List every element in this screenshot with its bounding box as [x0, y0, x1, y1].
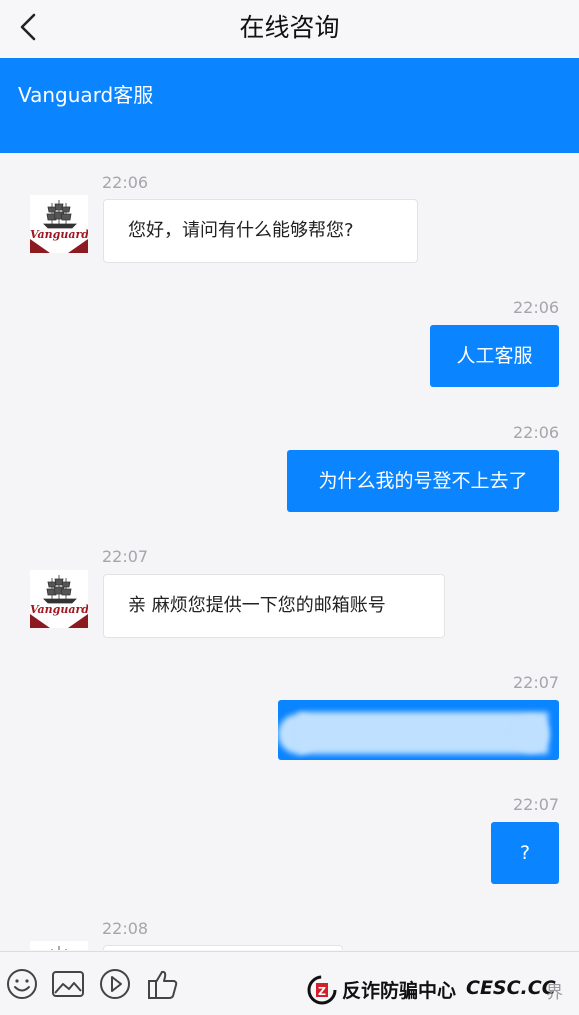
- play-icon: [100, 969, 130, 999]
- ship-logo-icon: [51, 946, 67, 950]
- emoji-button[interactable]: [4, 966, 40, 1002]
- redaction-blur: [298, 712, 548, 754]
- ship-logo-icon: [30, 200, 88, 253]
- watermark-en-text: CESC.CC: [466, 977, 556, 999]
- outgoing-message-bubble[interactable]: 为什么我的号登不上去了: [287, 450, 559, 512]
- avatar[interactable]: Vanguard: [30, 570, 88, 628]
- message-timestamp: 22:06: [513, 298, 560, 317]
- message-timestamp: 22:07: [513, 673, 560, 692]
- message-timestamp: 22:07: [102, 547, 149, 566]
- service-banner: Vanguard客服: [0, 58, 579, 153]
- redaction-blur: [513, 716, 549, 752]
- video-button[interactable]: [97, 966, 133, 1002]
- svg-text:Z: Z: [318, 985, 326, 998]
- incoming-message-bubble[interactable]: 亲 麻烦您提供一下您的邮箱账号: [103, 574, 445, 638]
- chat-area[interactable]: 22:06 Vanguard 您好，请问有什么能够帮您? 22:06 人工客服 …: [0, 153, 579, 950]
- emoji-icon: [7, 969, 37, 999]
- watermark-tail-text: 界: [546, 983, 563, 1003]
- avatar-logo-text: Vanguard: [30, 228, 88, 241]
- ship-logo-icon: [30, 575, 88, 628]
- message-timestamp: 22:08: [102, 919, 149, 938]
- avatar[interactable]: [30, 941, 88, 950]
- avatar-logo-text: Vanguard: [30, 603, 88, 616]
- image-icon: [52, 971, 84, 997]
- page-title: 在线咨询: [239, 13, 340, 42]
- navigation-bar: 在线咨询: [0, 0, 579, 59]
- like-button[interactable]: [145, 966, 181, 1002]
- message-timestamp: 22:06: [102, 173, 149, 192]
- avatar[interactable]: Vanguard: [30, 195, 88, 253]
- message-timestamp: 22:07: [513, 795, 560, 814]
- incoming-message-bubble[interactable]: 您好，请问有什么能够帮您?: [103, 199, 418, 263]
- watermark-logo-icon: Z: [307, 975, 337, 1005]
- redacted-message-bubble[interactable]: [278, 700, 559, 760]
- thumbs-up-icon: [148, 970, 178, 999]
- incoming-message-bubble[interactable]: [103, 945, 343, 950]
- service-name: Vanguard客服: [18, 83, 154, 107]
- outgoing-message-bubble[interactable]: ?: [491, 822, 559, 884]
- image-button[interactable]: [50, 966, 86, 1002]
- message-timestamp: 22:06: [513, 423, 560, 442]
- outgoing-message-bubble[interactable]: 人工客服: [430, 325, 559, 387]
- watermark-cn-text: 反诈防骗中心: [342, 980, 457, 1002]
